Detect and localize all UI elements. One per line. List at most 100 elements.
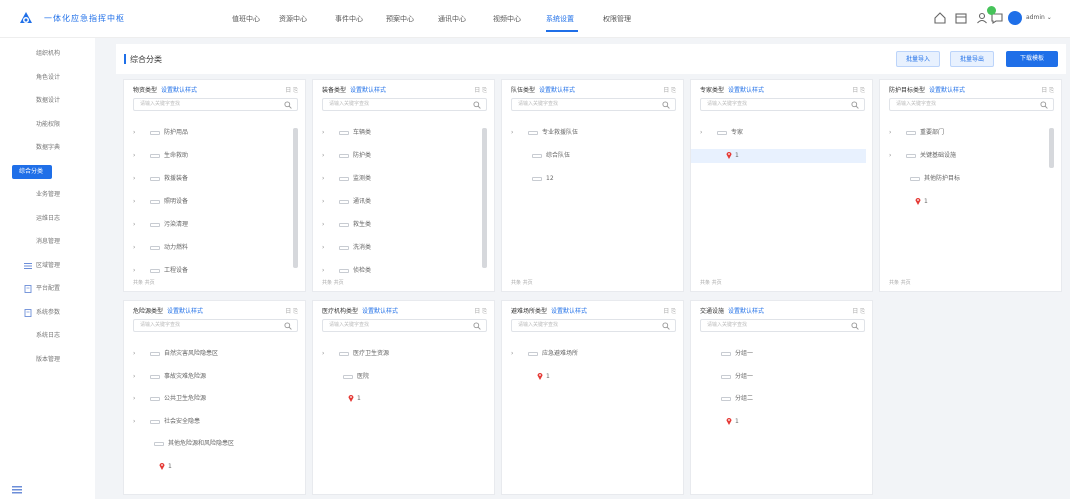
sidebar-item-10[interactable]: 平台配置	[14, 282, 80, 296]
tree-node[interactable]: 分组一	[691, 370, 866, 384]
tree-node[interactable]: 综合队伍	[502, 149, 677, 163]
expand-caret-icon[interactable]: ›	[511, 126, 513, 140]
tree-node[interactable]: › 动力燃料	[124, 241, 299, 255]
tree-node[interactable]: 分组一	[691, 347, 866, 361]
sidebar-item-5[interactable]: 综合分类	[12, 164, 52, 179]
expand-caret-icon[interactable]: ›	[322, 218, 324, 232]
tree-node[interactable]: › 洗消类	[313, 241, 488, 255]
expand-caret-icon[interactable]: ›	[700, 126, 702, 140]
sidebar-item-6[interactable]: 业务管理	[14, 188, 80, 202]
sidebar-item-2[interactable]: 数据设计	[14, 94, 80, 108]
expand-caret-icon[interactable]: ›	[322, 195, 324, 209]
avatar[interactable]	[1008, 11, 1022, 25]
search-input[interactable]: 请输入关键字查找	[511, 98, 676, 111]
sidebar-item-1[interactable]: 角色设计	[14, 71, 80, 85]
sidebar-item-7[interactable]: 运维日志	[14, 212, 80, 226]
nav-item-4[interactable]: 通讯中心	[438, 14, 466, 24]
tree-scrollbar[interactable]	[482, 128, 487, 268]
batch-import-button[interactable]: 批量导入	[896, 51, 940, 67]
card-actions[interactable]: 日 ⎘	[852, 85, 865, 95]
tree-node[interactable]: › 通讯类	[313, 195, 488, 209]
batch-export-button[interactable]: 批量导出	[950, 51, 994, 67]
calendar-icon[interactable]	[954, 11, 968, 25]
tree-node[interactable]: › 救援装备	[124, 172, 299, 186]
sidebar-item-0[interactable]: 组织机构	[14, 47, 80, 61]
expand-caret-icon[interactable]: ›	[511, 347, 513, 361]
tree-node[interactable]: › 侦检类	[313, 264, 488, 278]
search-input[interactable]: 请输入关键字查找	[700, 319, 865, 332]
nav-item-1[interactable]: 资源中心	[279, 14, 307, 24]
nav-item-7[interactable]: 权限管理	[603, 14, 631, 24]
sidebar-item-11[interactable]: 系统参数	[14, 306, 80, 320]
search-input[interactable]: 请输入关键字查找	[133, 319, 298, 332]
expand-caret-icon[interactable]: ›	[133, 126, 135, 140]
expand-caret-icon[interactable]: ›	[133, 218, 135, 232]
tree-node[interactable]: › 工程设备	[124, 264, 299, 278]
tree-node[interactable]: › 重要部门	[880, 126, 1055, 140]
expand-caret-icon[interactable]: ›	[133, 370, 135, 384]
expand-caret-icon[interactable]: ›	[133, 172, 135, 186]
tree-scrollbar[interactable]	[1049, 128, 1054, 168]
nav-item-3[interactable]: 预案中心	[386, 14, 414, 24]
tree-node[interactable]: 1	[691, 415, 866, 429]
expand-caret-icon[interactable]: ›	[322, 172, 324, 186]
user-name[interactable]: admin ⌄	[1026, 14, 1052, 21]
tree-node[interactable]: 医院	[313, 370, 488, 384]
tree-node[interactable]: 12	[502, 172, 677, 186]
expand-caret-icon[interactable]: ›	[322, 126, 324, 140]
expand-caret-icon[interactable]: ›	[133, 195, 135, 209]
search-icon[interactable]	[284, 322, 292, 330]
tree-node[interactable]: › 医疗卫生资源	[313, 347, 488, 361]
sidebar-item-8[interactable]: 消息管理	[14, 235, 80, 249]
tree-scrollbar[interactable]	[293, 128, 298, 268]
tree-node[interactable]: › 救生类	[313, 218, 488, 232]
tree-node[interactable]: 分组二	[691, 392, 866, 406]
tree-node[interactable]: › 专家	[691, 126, 866, 140]
nav-item-0[interactable]: 值班中心	[232, 14, 260, 24]
nav-item-2[interactable]: 事件中心	[335, 14, 363, 24]
nav-item-6[interactable]: 系统设置	[546, 14, 574, 24]
set-default-style-link[interactable]: 设置默认样式	[539, 87, 575, 94]
expand-caret-icon[interactable]: ›	[133, 264, 135, 278]
download-template-button[interactable]: 下载模板	[1006, 51, 1058, 67]
tree-node[interactable]: › 防护类	[313, 149, 488, 163]
card-actions[interactable]: 日 ⎘	[474, 85, 487, 95]
tree-node[interactable]: › 监测类	[313, 172, 488, 186]
sidebar-item-3[interactable]: 功能权限	[14, 118, 80, 132]
card-actions[interactable]: 日 ⎘	[852, 306, 865, 316]
sidebar-item-4[interactable]: 数据字典	[14, 141, 80, 155]
card-actions[interactable]: 日 ⎘	[285, 306, 298, 316]
expand-caret-icon[interactable]: ›	[889, 126, 891, 140]
search-input[interactable]: 请输入关键字查找	[133, 98, 298, 111]
tree-node[interactable]: › 专业救援队伍	[502, 126, 677, 140]
set-default-style-link[interactable]: 设置默认样式	[551, 308, 587, 315]
set-default-style-link[interactable]: 设置默认样式	[350, 87, 386, 94]
nav-item-5[interactable]: 视频中心	[493, 14, 521, 24]
tree-node[interactable]: 1	[502, 370, 677, 384]
search-icon[interactable]	[662, 322, 670, 330]
sidebar-item-9[interactable]: 区域管理	[14, 259, 80, 273]
search-input[interactable]: 请输入关键字查找	[511, 319, 676, 332]
set-default-style-link[interactable]: 设置默认样式	[362, 308, 398, 315]
tree-node[interactable]: › 公共卫生危险源	[124, 392, 299, 406]
set-default-style-link[interactable]: 设置默认样式	[167, 308, 203, 315]
tree-node[interactable]: 1	[880, 195, 1055, 209]
set-default-style-link[interactable]: 设置默认样式	[728, 87, 764, 94]
search-icon[interactable]	[284, 101, 292, 109]
search-input[interactable]: 请输入关键字查找	[322, 98, 487, 111]
card-actions[interactable]: 日 ⎘	[1041, 85, 1054, 95]
set-default-style-link[interactable]: 设置默认样式	[161, 87, 197, 94]
search-input[interactable]: 请输入关键字查找	[700, 98, 865, 111]
tree-node[interactable]: 1	[313, 392, 488, 406]
tree-node[interactable]: › 自然灾害风险隐患区	[124, 347, 299, 361]
home-icon[interactable]	[933, 11, 947, 25]
tree-node[interactable]: › 关键基础设施	[880, 149, 1055, 163]
expand-caret-icon[interactable]: ›	[322, 264, 324, 278]
search-icon[interactable]	[851, 101, 859, 109]
expand-caret-icon[interactable]: ›	[133, 347, 135, 361]
collapse-menu-icon[interactable]	[12, 486, 22, 494]
expand-caret-icon[interactable]: ›	[322, 241, 324, 255]
search-icon[interactable]	[473, 322, 481, 330]
expand-caret-icon[interactable]: ›	[133, 415, 135, 429]
expand-caret-icon[interactable]: ›	[889, 149, 891, 163]
